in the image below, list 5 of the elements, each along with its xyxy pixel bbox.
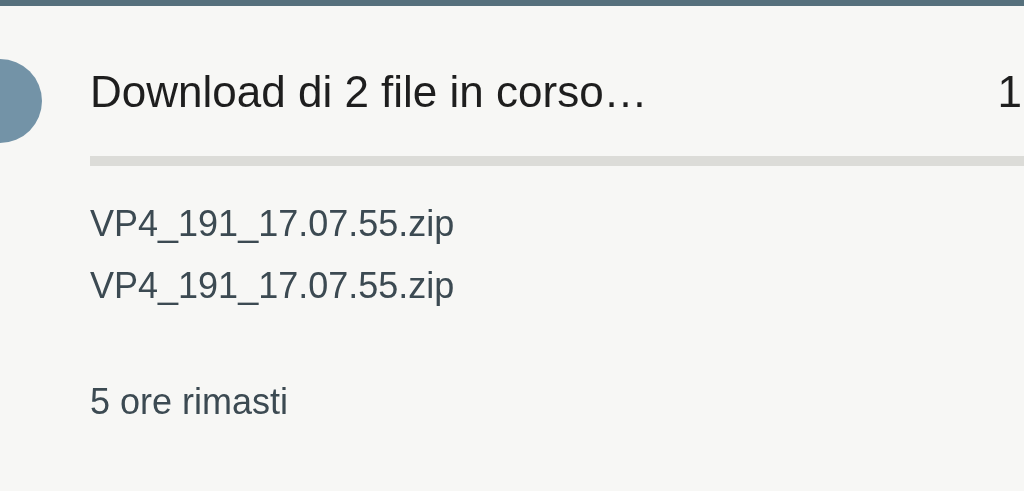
file-name: VP4_191_17.07.55.zip <box>90 202 455 246</box>
notification-title: Download di 2 file in corso… <box>90 70 648 114</box>
file-name: VP4_191_17.07.55.zip <box>90 264 455 308</box>
notification-time: 1 <box>997 70 1022 114</box>
time-remaining: 5 ore rimasti <box>90 380 289 424</box>
